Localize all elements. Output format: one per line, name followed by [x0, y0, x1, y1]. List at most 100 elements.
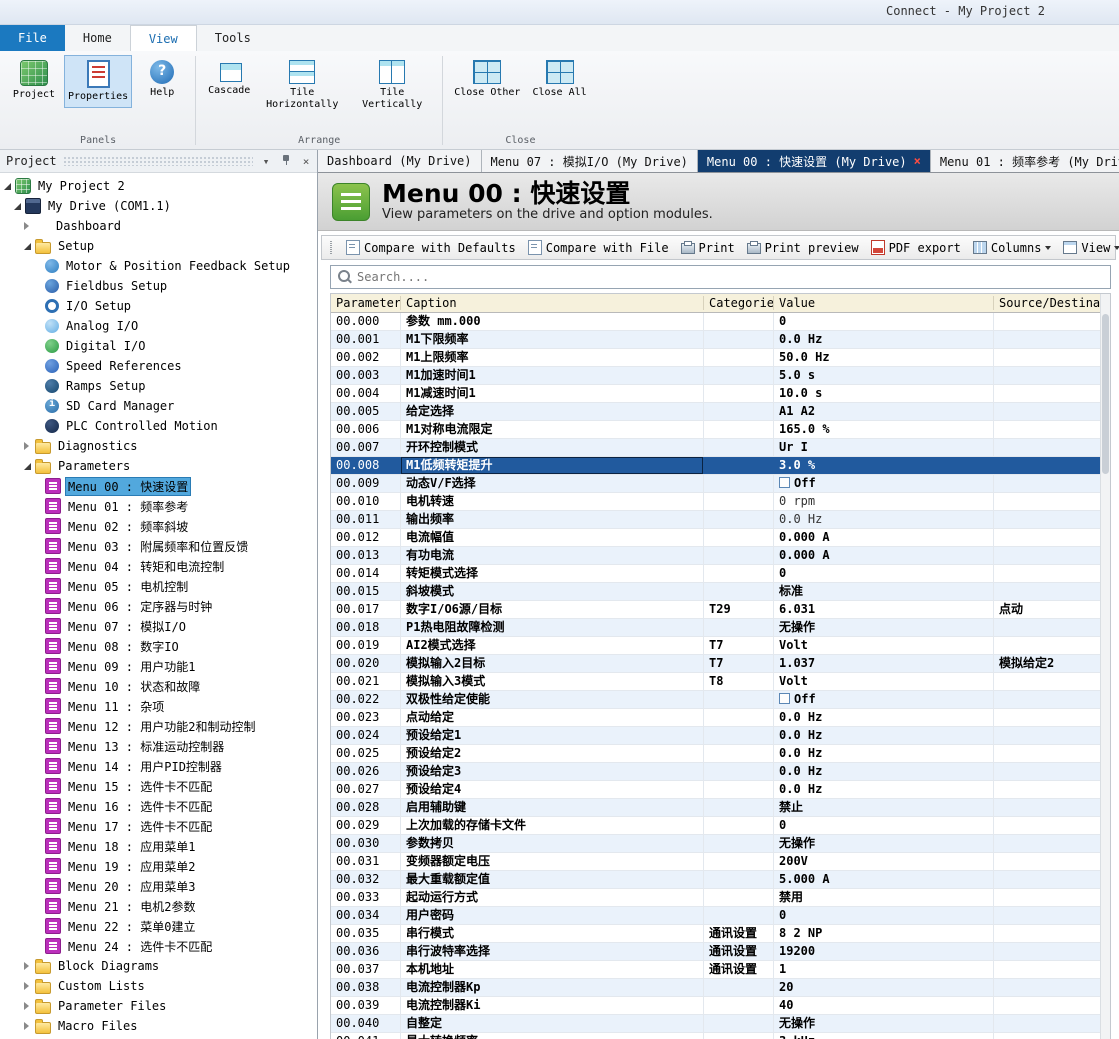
- tree-item[interactable]: Ramps Setup: [0, 376, 317, 396]
- tree-item[interactable]: Menu 12 : 用户功能2和制动控制: [0, 716, 317, 736]
- checkbox-icon[interactable]: [779, 477, 790, 488]
- value-cell[interactable]: 0.0 Hz: [774, 709, 994, 726]
- search-input[interactable]: [331, 266, 1110, 288]
- value-cell[interactable]: 3.0 %: [774, 457, 994, 474]
- tab-close-icon[interactable]: ×: [914, 154, 921, 168]
- tree-item[interactable]: Menu 08 : 数字IO: [0, 636, 317, 656]
- table-row[interactable]: 00.006 M1对称电流限定 165.0 %: [331, 421, 1101, 439]
- tree-item[interactable]: I/O Setup: [0, 296, 317, 316]
- tree-expander-icon[interactable]: [24, 1002, 35, 1010]
- column-header-parameter[interactable]: Parameter: [331, 296, 401, 310]
- close-all-button[interactable]: Close All: [528, 55, 590, 104]
- value-cell[interactable]: A1 A2: [774, 403, 994, 420]
- table-row[interactable]: 00.002 M1上限频率 50.0 Hz: [331, 349, 1101, 367]
- tree-item[interactable]: Menu 14 : 用户PID控制器: [0, 756, 317, 776]
- cascade-button[interactable]: Cascade: [203, 55, 255, 102]
- properties-panel-button[interactable]: Properties: [64, 55, 132, 108]
- value-cell[interactable]: 0 rpm: [774, 493, 994, 510]
- tree-item[interactable]: Motor & Position Feedback Setup: [0, 256, 317, 276]
- view-dropdown-button[interactable]: View: [1063, 241, 1119, 255]
- tree-item[interactable]: Menu 17 : 选件卡不匹配: [0, 816, 317, 836]
- value-cell[interactable]: 0.0 Hz: [774, 745, 994, 762]
- value-cell[interactable]: 6.031: [774, 601, 994, 618]
- table-row[interactable]: 00.023 点动给定 0.0 Hz: [331, 709, 1101, 727]
- column-header-source-destination[interactable]: Source/Destination: [994, 296, 1101, 310]
- table-row[interactable]: 00.038 电流控制器Kp 20: [331, 979, 1101, 997]
- tree-expander-icon[interactable]: [4, 183, 15, 190]
- value-cell[interactable]: 0.000 A: [774, 529, 994, 546]
- table-row[interactable]: 00.029 上次加载的存储卡文件 0: [331, 817, 1101, 835]
- tile-vertically-button[interactable]: Tile Vertically: [349, 55, 435, 115]
- table-row[interactable]: 00.005 给定选择 A1 A2: [331, 403, 1101, 421]
- tree-expander-icon[interactable]: [24, 243, 35, 250]
- tree-item[interactable]: Menu 24 : 选件卡不匹配: [0, 936, 317, 956]
- document-tab[interactable]: Menu 00 : 快速设置 (My Drive) ×: [698, 150, 931, 172]
- tree-item[interactable]: PLC Controlled Motion: [0, 416, 317, 436]
- pin-icon[interactable]: [279, 154, 293, 169]
- table-row[interactable]: 00.027 预设给定4 0.0 Hz: [331, 781, 1101, 799]
- table-row[interactable]: 00.009 动态V/F选择 Off: [331, 475, 1101, 493]
- table-row[interactable]: 00.022 双极性给定使能 Off: [331, 691, 1101, 709]
- table-row[interactable]: 00.018 P1热电阻故障检测 无操作: [331, 619, 1101, 637]
- tree-item[interactable]: Menu 15 : 选件卡不匹配: [0, 776, 317, 796]
- tree-item[interactable]: Menu 13 : 标准运动控制器: [0, 736, 317, 756]
- panel-close-icon[interactable]: ×: [299, 155, 313, 168]
- value-cell[interactable]: 无操作: [774, 1015, 994, 1032]
- tree-item[interactable]: Menu 11 : 杂项: [0, 696, 317, 716]
- value-cell[interactable]: 8 2 NP: [774, 925, 994, 942]
- table-row[interactable]: 00.021 模拟输入3模式 T8 Volt: [331, 673, 1101, 691]
- value-cell[interactable]: 0.0 Hz: [774, 511, 994, 528]
- tree-item[interactable]: Menu 18 : 应用菜单1: [0, 836, 317, 856]
- value-cell[interactable]: 1: [774, 961, 994, 978]
- tree-item[interactable]: Analog I/O: [0, 316, 317, 336]
- table-row[interactable]: 00.003 M1加速时间1 5.0 s: [331, 367, 1101, 385]
- scrollbar-thumb[interactable]: [1102, 314, 1109, 474]
- compare-with-defaults-button[interactable]: Compare with Defaults: [346, 240, 516, 255]
- tree-item[interactable]: Menu 03 : 附属频率和位置反馈: [0, 536, 317, 556]
- value-cell[interactable]: 0.0 Hz: [774, 331, 994, 348]
- tree-item[interactable]: Menu 21 : 电机2参数: [0, 896, 317, 916]
- table-row[interactable]: 00.001 M1下限频率 0.0 Hz: [331, 331, 1101, 349]
- print-button[interactable]: Print: [681, 241, 735, 255]
- tree-item[interactable]: Diagnostics: [0, 436, 317, 456]
- checkbox-icon[interactable]: [779, 693, 790, 704]
- ribbon-tab[interactable]: File: [0, 25, 65, 51]
- table-row[interactable]: 00.033 起动运行方式 禁用: [331, 889, 1101, 907]
- value-cell[interactable]: 标准: [774, 583, 994, 600]
- table-row[interactable]: 00.040 自整定 无操作: [331, 1015, 1101, 1033]
- table-row[interactable]: 00.014 转矩模式选择 0: [331, 565, 1101, 583]
- table-row[interactable]: 00.019 AI2模式选择 T7 Volt: [331, 637, 1101, 655]
- tree-item[interactable]: Fieldbus Setup: [0, 276, 317, 296]
- tree-item[interactable]: Menu 02 : 频率斜坡: [0, 516, 317, 536]
- table-row[interactable]: 00.012 电流幅值 0.000 A: [331, 529, 1101, 547]
- close-other-button[interactable]: Close Other: [450, 55, 524, 104]
- table-row[interactable]: 00.011 输出频率 0.0 Hz: [331, 511, 1101, 529]
- table-row[interactable]: 00.025 预设给定2 0.0 Hz: [331, 745, 1101, 763]
- compare-with-file-button[interactable]: Compare with File: [528, 240, 669, 255]
- tree-item[interactable]: Digital I/O: [0, 336, 317, 356]
- column-header-value[interactable]: Value: [774, 296, 994, 310]
- tree-item[interactable]: Menu 10 : 状态和故障: [0, 676, 317, 696]
- tree-item[interactable]: Macro Files: [0, 1016, 317, 1036]
- vertical-scrollbar[interactable]: [1100, 294, 1110, 1039]
- value-cell[interactable]: 0.000 A: [774, 547, 994, 564]
- tree-item[interactable]: Menu 01 : 频率参考: [0, 496, 317, 516]
- value-cell[interactable]: 5.0 s: [774, 367, 994, 384]
- tree-item[interactable]: Menu 06 : 定序器与时钟: [0, 596, 317, 616]
- value-cell[interactable]: 20: [774, 979, 994, 996]
- table-row[interactable]: 00.024 预设给定1 0.0 Hz: [331, 727, 1101, 745]
- tree-item[interactable]: Menu 07 : 模拟I/O: [0, 616, 317, 636]
- table-row[interactable]: 00.039 电流控制器Ki 40: [331, 997, 1101, 1015]
- table-row[interactable]: 00.013 有功电流 0.000 A: [331, 547, 1101, 565]
- value-cell[interactable]: 0: [774, 313, 994, 330]
- column-header-caption[interactable]: Caption: [401, 296, 704, 310]
- table-row[interactable]: 00.000 参数 mm.000 0: [331, 313, 1101, 331]
- tree-item[interactable]: Menu 05 : 电机控制: [0, 576, 317, 596]
- table-row[interactable]: 00.032 最大重载额定值 5.000 A: [331, 871, 1101, 889]
- value-cell[interactable]: Volt: [774, 673, 994, 690]
- ribbon-tab[interactable]: View: [130, 25, 197, 51]
- value-cell[interactable]: 禁用: [774, 889, 994, 906]
- value-cell[interactable]: 5.000 A: [774, 871, 994, 888]
- value-cell[interactable]: 200V: [774, 853, 994, 870]
- tree-item[interactable]: Menu 00 : 快速设置: [0, 476, 317, 496]
